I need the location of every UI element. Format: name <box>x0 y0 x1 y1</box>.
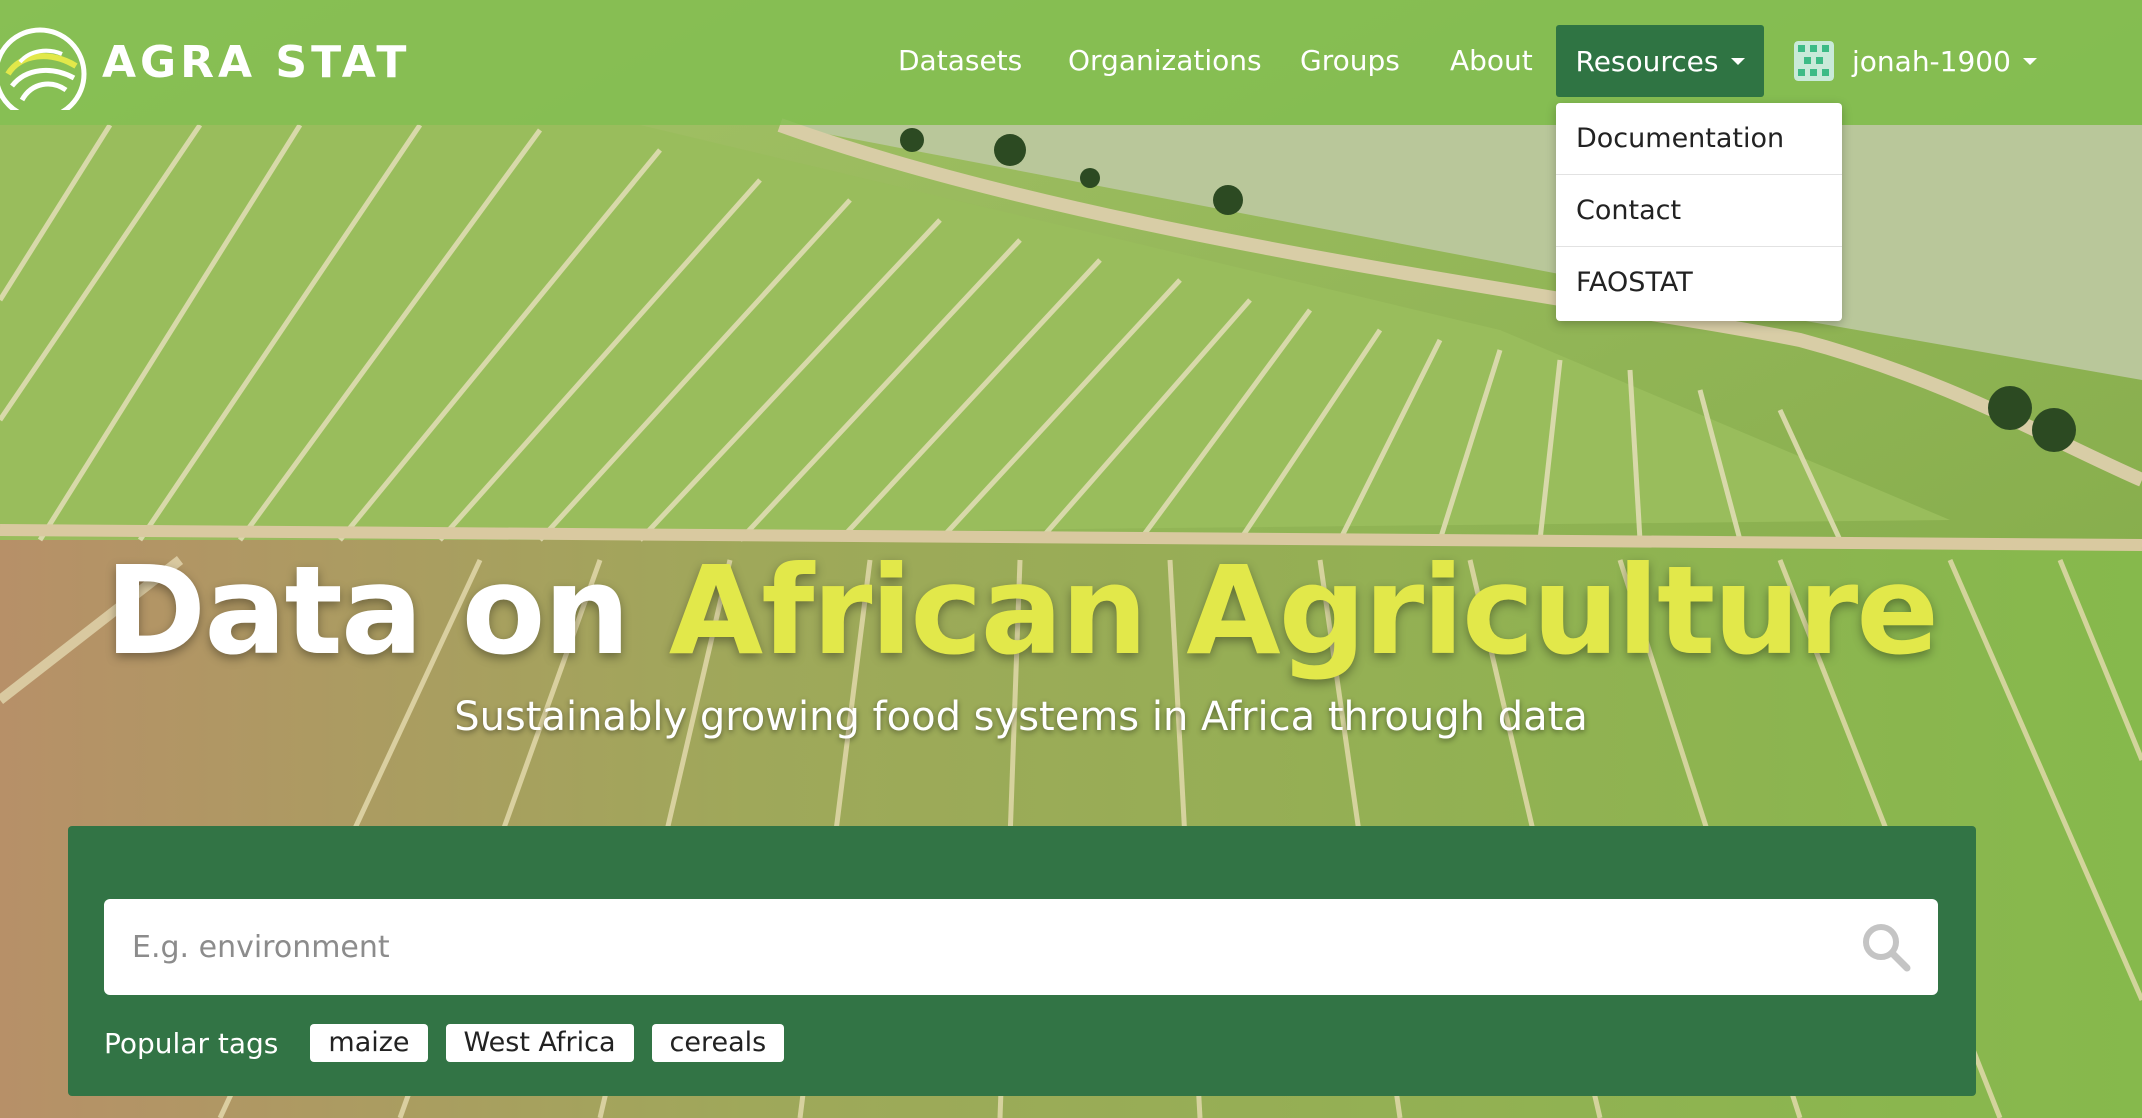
chevron-down-icon <box>1730 57 1745 65</box>
nav-resources-label: Resources <box>1575 44 1719 78</box>
agra-leaf-logo-icon <box>0 27 87 110</box>
hero-title-white: Data on <box>104 540 630 682</box>
nav-about[interactable]: About <box>1450 25 1533 97</box>
popular-tags: Popular tags maize West Africa cereals <box>104 1023 802 1063</box>
nav-datasets[interactable]: Datasets <box>898 25 1022 97</box>
hero-title-highlight: African Agriculture <box>668 540 1939 682</box>
nav-organizations[interactable]: Organizations <box>1068 25 1262 97</box>
user-menu[interactable]: jonah-1900 <box>1794 38 2037 84</box>
search-panel: Popular tags maize West Africa cereals <box>68 826 1976 1096</box>
nav-groups[interactable]: Groups <box>1300 25 1400 97</box>
search-box <box>104 899 1938 995</box>
hero-title: Data on African Agriculture <box>0 540 2042 682</box>
avatar <box>1794 41 1834 81</box>
hero-subtitle: Sustainably growing food systems in Afri… <box>454 694 1588 740</box>
dropdown-item-contact[interactable]: Contact <box>1556 175 1842 247</box>
dropdown-item-documentation[interactable]: Documentation <box>1556 103 1842 175</box>
chevron-down-icon <box>2022 57 2037 65</box>
tag-cereals[interactable]: cereals <box>651 1024 785 1062</box>
tag-maize[interactable]: maize <box>310 1024 428 1062</box>
user-name: jonah-1900 <box>1852 44 2011 78</box>
tag-west-africa[interactable]: West Africa <box>445 1024 634 1062</box>
brand-logo[interactable]: AGRA STAT <box>0 14 410 110</box>
search-icon[interactable] <box>1860 921 1912 973</box>
popular-tags-label: Popular tags <box>104 1026 279 1060</box>
nav-resources-button[interactable]: Resources <box>1556 25 1764 97</box>
brand-name: AGRA STAT <box>102 36 411 88</box>
search-input[interactable] <box>104 899 1844 995</box>
resources-dropdown-menu: Documentation Contact FAOSTAT <box>1556 103 1842 321</box>
dropdown-item-faostat[interactable]: FAOSTAT <box>1556 247 1842 319</box>
